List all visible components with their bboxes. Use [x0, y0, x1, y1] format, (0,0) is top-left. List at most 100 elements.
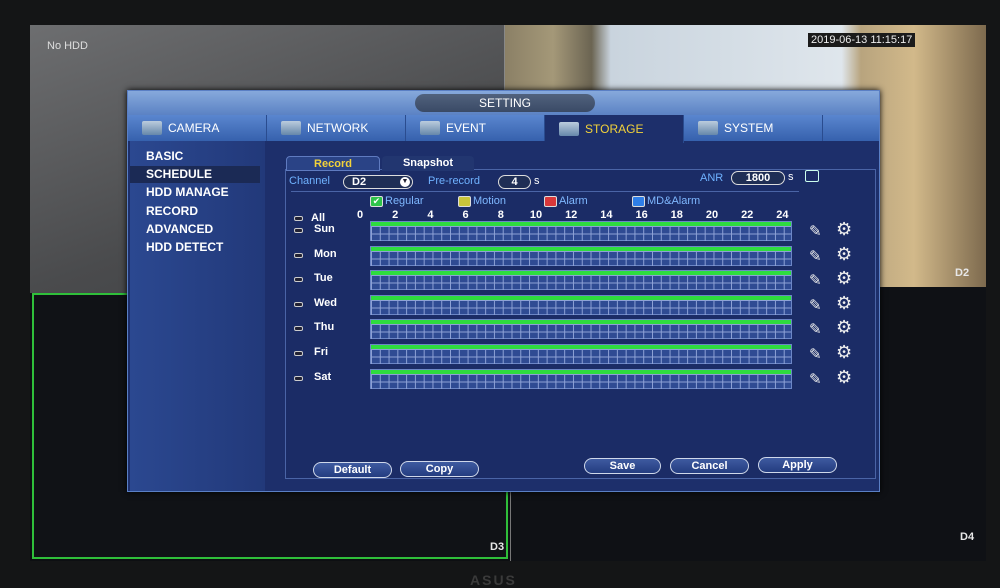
- tab-network[interactable]: NETWORK: [267, 115, 406, 141]
- legend-label: Motion: [473, 195, 507, 207]
- sidebar-item-hdd-detect[interactable]: HDD DETECT: [130, 239, 260, 256]
- gear-icon[interactable]: ⚙: [836, 268, 852, 289]
- channel-label: D4: [960, 531, 975, 543]
- day-checkbox[interactable]: [294, 277, 303, 283]
- gear-icon[interactable]: ⚙: [836, 367, 852, 388]
- hour-tick: 2: [392, 209, 399, 221]
- day-row-mon: Mon ✎ ⚙: [286, 244, 877, 269]
- tab-label: CAMERA: [168, 121, 220, 135]
- day-checkbox[interactable]: [294, 228, 303, 233]
- color-swatch: [544, 195, 557, 207]
- schedule-grid[interactable]: [370, 294, 792, 315]
- channel-label: Channel: [289, 175, 330, 187]
- timestamp: 2019-06-13 11:15:17: [808, 33, 916, 47]
- copy-button[interactable]: Copy: [400, 461, 479, 477]
- hour-tick: 14: [600, 209, 613, 221]
- edit-icon[interactable]: ✎: [809, 271, 822, 289]
- sidebar: BASIC SCHEDULE HDD MANAGE RECORD ADVANCED HDD…: [130, 141, 265, 491]
- sidebar-item-hdd-manage[interactable]: HDD MANAGE: [130, 184, 260, 201]
- save-button[interactable]: Save: [584, 458, 661, 474]
- schedule-grid[interactable]: [370, 319, 792, 340]
- cancel-button[interactable]: Cancel: [670, 458, 749, 474]
- grid-cells: [371, 349, 791, 364]
- schedule-grid[interactable]: [370, 344, 792, 364]
- hour-tick: 0: [356, 209, 364, 221]
- main-tabs: CAMERA NETWORK EVENT STORAGE SYSTEM: [128, 115, 879, 143]
- grid-cells: [371, 275, 791, 291]
- channel-select[interactable]: D2 ▼: [343, 175, 413, 189]
- sidebar-item-basic[interactable]: BASIC: [130, 148, 260, 165]
- channel-value: D2: [352, 176, 367, 188]
- divider: [291, 191, 799, 192]
- sidebar-item-advanced[interactable]: ADVANCED: [130, 221, 260, 238]
- legend-label: MD&Alarm: [647, 195, 701, 207]
- anr-checkbox[interactable]: [805, 170, 819, 182]
- edit-icon[interactable]: ✎: [809, 370, 822, 388]
- tab-camera[interactable]: CAMERA: [128, 115, 267, 141]
- legend-motion[interactable]: Motion: [458, 195, 506, 207]
- event-icon: [420, 121, 440, 135]
- legend-label: Regular: [385, 195, 424, 207]
- hour-tick: 16: [635, 209, 648, 221]
- channel-label: D3: [490, 541, 505, 553]
- gear-icon[interactable]: ⚙: [836, 293, 852, 314]
- grid-cells: [371, 373, 791, 389]
- default-button[interactable]: Default: [313, 462, 392, 478]
- grid-cells: [371, 226, 791, 241]
- all-checkbox[interactable]: [294, 215, 303, 221]
- schedule-grid[interactable]: [370, 221, 792, 241]
- tab-record[interactable]: Record: [286, 156, 380, 171]
- edit-icon[interactable]: ✎: [809, 296, 822, 314]
- day-checkbox[interactable]: [294, 375, 303, 381]
- edit-icon[interactable]: ✎: [809, 222, 822, 240]
- day-row-wed: Wed ✎ ⚙: [286, 293, 877, 318]
- day-label: Mon: [314, 247, 337, 260]
- legend: ✔ Regular Motion Alarm MD&Alarm: [370, 195, 730, 209]
- apply-button[interactable]: Apply: [758, 457, 837, 473]
- schedule-grid[interactable]: [370, 245, 792, 266]
- schedule-grid[interactable]: [370, 270, 792, 291]
- prerecord-input[interactable]: 4: [498, 175, 531, 189]
- tab-system[interactable]: SYSTEM: [684, 115, 823, 141]
- day-checkbox[interactable]: [294, 351, 303, 356]
- legend-regular[interactable]: ✔ Regular: [370, 195, 424, 207]
- day-checkbox[interactable]: [294, 326, 303, 332]
- day-checkbox[interactable]: [294, 252, 303, 258]
- legend-alarm[interactable]: Alarm: [544, 195, 588, 207]
- day-label: Fri: [314, 346, 329, 358]
- color-swatch: [632, 195, 645, 207]
- anr-unit: s: [788, 171, 794, 183]
- sidebar-item-record[interactable]: RECORD: [130, 203, 260, 220]
- edit-icon[interactable]: ✎: [809, 345, 822, 363]
- day-label: Sun: [314, 223, 335, 235]
- edit-icon[interactable]: ✎: [809, 247, 822, 265]
- day-label: Sat: [314, 370, 332, 383]
- hour-tick: 8: [497, 209, 504, 221]
- sidebar-item-schedule[interactable]: SCHEDULE: [130, 166, 260, 184]
- chevron-down-icon: ▼: [400, 177, 410, 187]
- legend-md-alarm[interactable]: MD&Alarm: [632, 195, 700, 207]
- dialog-title: SETTING: [415, 94, 595, 112]
- tab-storage[interactable]: STORAGE: [545, 115, 684, 143]
- hour-tick: 12: [565, 209, 578, 221]
- schedule-grid[interactable]: [370, 368, 792, 389]
- hour-tick: 22: [741, 209, 754, 221]
- edit-icon[interactable]: ✎: [809, 320, 822, 338]
- gear-icon[interactable]: ⚙: [836, 342, 852, 363]
- tab-event[interactable]: EVENT: [406, 115, 545, 141]
- tab-snapshot[interactable]: Snapshot: [382, 156, 474, 171]
- tab-label: STORAGE: [585, 122, 644, 136]
- anr-label: ANR: [700, 172, 724, 184]
- prerecord-label: Pre-record: [428, 175, 480, 187]
- gear-icon[interactable]: ⚙: [836, 244, 852, 265]
- day-row-sat: Sat ✎ ⚙: [286, 367, 877, 392]
- day-checkbox[interactable]: [294, 301, 303, 307]
- day-row-sun: Sun ✎ ⚙: [286, 219, 877, 244]
- check-icon: ✔: [370, 195, 383, 207]
- network-icon: [281, 121, 301, 135]
- gear-icon[interactable]: ⚙: [836, 219, 852, 240]
- gear-icon[interactable]: ⚙: [836, 317, 852, 338]
- day-label: Thu: [314, 321, 335, 334]
- anr-input[interactable]: 1800: [731, 171, 785, 185]
- day-rows: Sun ✎ ⚙ Mon ✎ ⚙ Tue ✎ ⚙ Wed ✎ ⚙ Thu ✎ ⚙ Fri ✎ ⚙ Sat ✎ ⚙: [286, 219, 877, 392]
